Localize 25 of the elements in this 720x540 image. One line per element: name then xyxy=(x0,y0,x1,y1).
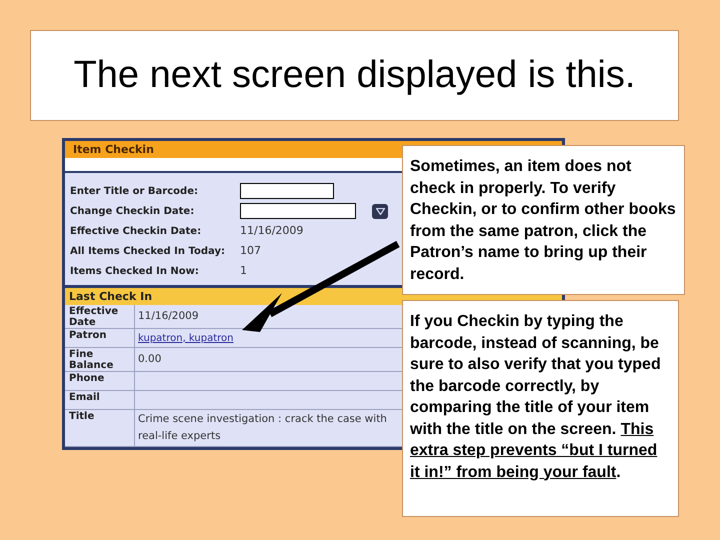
calendar-dropdown-button[interactable] xyxy=(372,204,388,218)
date-field[interactable] xyxy=(240,203,356,219)
field-value: 1 xyxy=(240,262,247,279)
table-cell-text: Crime scene investigation : crack the case with real-life experts xyxy=(138,412,388,444)
row-label: Effective Date xyxy=(69,305,120,328)
field-value: 107 xyxy=(240,242,261,259)
row-label: Email xyxy=(69,391,100,403)
field-label: Effective Checkin Date: xyxy=(70,224,202,238)
row-label: Phone xyxy=(69,372,104,384)
field-label: Enter Title or Barcode: xyxy=(70,184,199,198)
table-cell-text: 11/16/2009 xyxy=(138,309,199,324)
row-label: Title xyxy=(69,410,94,422)
field-label: All Items Checked In Today: xyxy=(70,244,226,258)
caret-icon xyxy=(376,208,384,214)
field-label: Change Checkin Date: xyxy=(70,204,196,218)
row-label: Fine Balance xyxy=(69,348,114,371)
field-value: 11/16/2009 xyxy=(240,222,304,239)
input-field[interactable] xyxy=(240,183,334,199)
patron-link[interactable]: kupatron, kupatron xyxy=(138,330,234,346)
callout-text: If you Checkin by typing the barcode, instead of scanning, be sure to also verify that you typed the barcode correctly, by comparing the title of your item with the title on the screen. This extra step prevents “but I turned it in!” from being your fault. xyxy=(410,312,662,482)
field-label: Items Checked In Now: xyxy=(70,264,200,278)
table-cell-text: 0.00 xyxy=(138,352,162,367)
callout-text: Sometimes, an item does not check in properly. To verify Checkin, or to confirm other books from the same patron, click the Patron’s name to bring up their record. xyxy=(410,157,677,284)
row-label: Patron xyxy=(69,329,107,341)
slide-title: The next screen displayed is this. xyxy=(74,53,636,98)
